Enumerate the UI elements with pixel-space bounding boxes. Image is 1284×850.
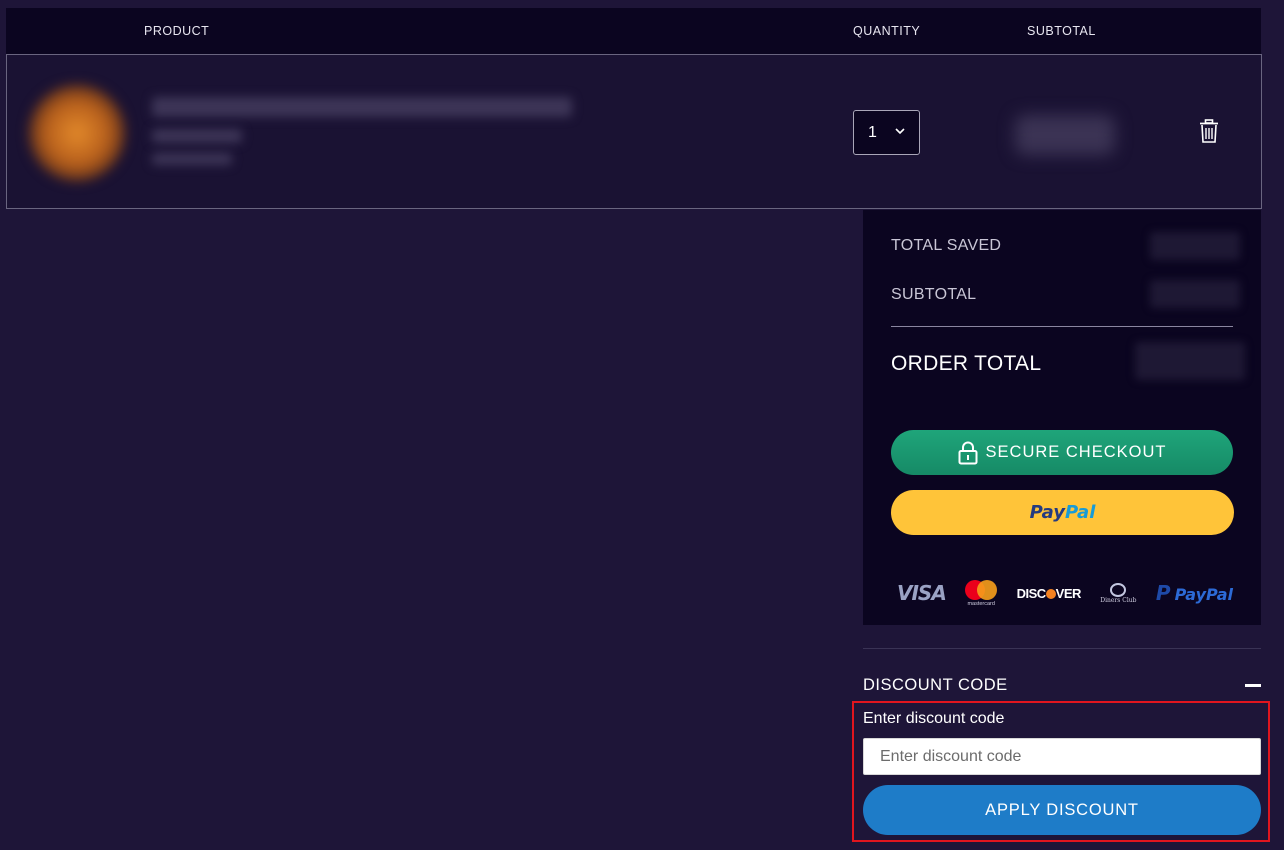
header-quantity: QUANTITY [853,24,921,38]
discount-divider [863,648,1261,649]
discount-code-label: Enter discount code [863,710,1005,727]
total-saved-label: TOTAL SAVED [891,237,1002,254]
secure-checkout-button[interactable]: SECURE CHECKOUT [891,430,1233,475]
order-summary-panel: TOTAL SAVED SUBTOTAL ORDER TOTAL SECURE … [863,210,1261,625]
item-subtotal-redacted [1015,115,1115,155]
product-thumbnail[interactable] [29,85,125,181]
minus-icon[interactable] [1245,684,1261,687]
trash-icon[interactable] [1199,119,1219,143]
discount-code-input[interactable] [863,738,1261,775]
chevron-down-icon [895,128,905,135]
mastercard-text: mastercard [967,600,995,607]
paypal-icon: P PayPal [1155,581,1233,605]
discover-icon: DISC VER [1016,585,1082,601]
secure-checkout-label: SECURE CHECKOUT [985,443,1167,461]
order-total-label: ORDER TOTAL [891,352,1042,375]
apply-discount-button[interactable]: APPLY DISCOUNT [863,785,1261,835]
total-saved-value-redacted [1150,232,1240,260]
accepted-payment-methods: VISA mastercard DISC VER Diners Club P Pay… [897,578,1233,608]
diners-club-text: Diners Club [1100,596,1137,604]
discount-code-toggle[interactable]: DISCOUNT CODE [863,676,1008,695]
mastercard-icon: mastercard [965,579,998,607]
product-meta-redacted [152,129,242,143]
paypal-button[interactable]: Pay Pal [891,490,1234,535]
order-total-value-redacted [1135,342,1245,380]
subtotal-label: SUBTOTAL [891,286,977,303]
paypal-logo-pay: Pay [1029,502,1065,523]
diners-club-icon: Diners Club [1100,582,1137,604]
summary-divider [891,326,1233,327]
quantity-value: 1 [868,123,877,141]
paypal-logo-pal: Pal [1065,502,1096,523]
subtotal-value-redacted [1150,280,1240,308]
product-meta-redacted-2 [152,153,232,165]
cart-item-row: 1 [6,54,1262,209]
header-subtotal: SUBTOTAL [1027,24,1096,38]
header-product: PRODUCT [144,24,210,38]
cart-table-header: PRODUCT QUANTITY SUBTOTAL [6,8,1261,54]
product-title-redacted [152,97,572,117]
quantity-select[interactable]: 1 [853,110,920,155]
visa-icon: VISA [897,581,947,605]
lock-icon [958,441,978,464]
